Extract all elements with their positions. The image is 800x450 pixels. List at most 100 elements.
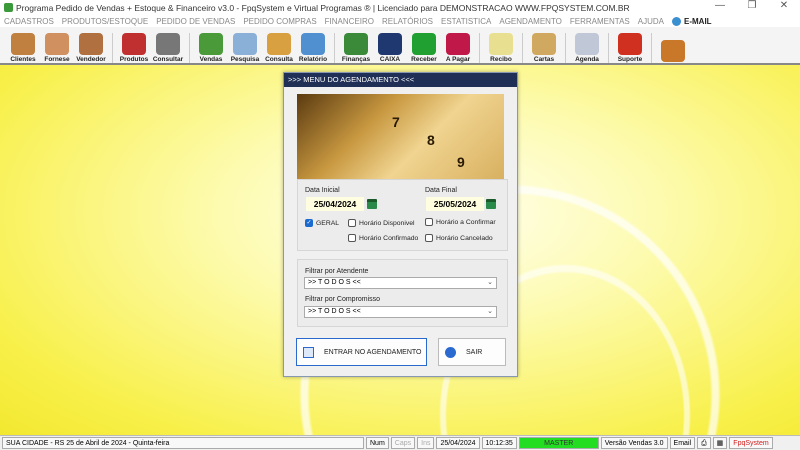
toolbar-label: Vendas [199,56,223,63]
menu-label: E-MAIL [684,16,712,26]
toolbar-button-fornese[interactable]: Fornese [40,29,74,63]
status-brand: FpqSystem [729,437,773,449]
toolbar-button-pesquisa[interactable]: Pesquisa [228,29,262,63]
button-label: SAIR [466,348,483,356]
filters-group: Filtrar por Atendente >> T O D O S << ⌄ F… [297,259,508,327]
toolbar-button-recibo[interactable]: Recibo [484,29,518,63]
filter-atendente-select[interactable]: >> T O D O S << ⌄ [304,277,497,289]
agenda-icon [575,33,599,55]
banner-number: 9 [457,154,465,170]
checkbox-label: Horário Cancelado [436,234,493,242]
menu-item[interactable]: FINANCEIRO [325,17,374,26]
menu-item[interactable]: CADASTROS [4,17,54,26]
toolbar-button-finanas[interactable]: Finanças [339,29,373,63]
filter-compromisso-label: Filtrar por Compromisso [305,296,381,303]
checkbox-geral[interactable]: ✓ GERAL [305,219,339,227]
checkbox-a-confirmar[interactable]: Horário a Confirmar [425,218,496,226]
toolbar-label: Suporte [617,56,643,63]
filter-atendente-label: Filtrar por Atendente [305,268,369,275]
title-bar: Programa Pedido de Vendas + Estoque & Fi… [0,0,800,15]
toolbar-label: A Pagar [445,56,471,63]
produtos-icon [122,33,146,55]
toolbar-button-apagar[interactable]: A Pagar [441,29,475,63]
toolbar-button-receber[interactable]: Receber [407,29,441,63]
toolbar-label: Consulta [265,56,293,63]
toolbar-label: Produtos [119,56,149,63]
enter-agendamento-button[interactable]: ENTRAR NO AGENDAMENTO [296,338,427,366]
status-version: Versão Vendas 3.0 [600,437,668,449]
menu-item[interactable]: AGENDAMENTO [499,17,562,26]
finanas-icon [344,33,368,55]
toolbar-button-vendas[interactable]: Vendas [194,29,228,63]
menu-item[interactable]: RELATÓRIOS [382,17,433,26]
checkbox-label: Horário Disponivel [359,219,415,227]
apagar-icon [446,33,470,55]
checkbox-disponivel[interactable]: Horário Disponivel [348,219,415,227]
toolbar: Clientes Fornese Vendedor Produtos Consultar… [0,27,800,65]
calculator-icon[interactable]: ▦ [712,437,728,449]
status-caps: Caps [390,437,416,449]
exit-button[interactable]: SAIR [438,338,506,366]
toolbar-button-relatrio[interactable]: Relatório [296,29,330,63]
toolbar-button-produtos[interactable]: Produtos [117,29,151,63]
caixa-icon [378,33,402,55]
checkbox-label: Horário a Confirmar [436,218,496,226]
toolbar-label: Relatório [298,56,328,63]
date-start-label: Data Inicial [305,187,340,194]
toolbar-separator [112,33,113,63]
toolbar-button-consulta[interactable]: Consulta [262,29,296,63]
date-end-input[interactable]: 25/05/2024 [426,197,484,211]
toolbar-separator [479,33,480,63]
toolbar-button-suporte[interactable]: Suporte [613,29,647,63]
menu-item[interactable]: PRODUTOS/ESTOQUE [62,17,148,26]
menu-item[interactable]: FERRAMENTAS [570,17,630,26]
calendar-icon [303,346,314,358]
toolbar-separator [651,33,652,63]
filter-compromisso-select[interactable]: >> T O D O S << ⌄ [304,306,497,318]
toolbar-label: Receber [411,56,437,63]
toolbar-button-caixa[interactable]: CAIXA [373,29,407,63]
printer-icon[interactable]: ⎙ [697,437,711,449]
menu-item-email[interactable]: E-MAIL [672,16,712,26]
date-filter-group: Data Inicial 25/04/2024 Data Final 25/05… [297,179,508,251]
banner-number: 8 [427,132,435,148]
cartas-icon [532,33,556,55]
toolbar-label: Agenda [575,56,599,63]
checkbox-confirmado[interactable]: Horário Confirmado [348,234,418,242]
toolbar-button-exit[interactable] [656,29,690,63]
select-value: >> T O D O S << [308,308,361,315]
toolbar-separator [608,33,609,63]
toolbar-button-consultar[interactable]: Consultar [151,29,185,63]
menu-item[interactable]: AJUDA [638,17,664,26]
status-user: MASTER [518,437,599,449]
date-start-input[interactable]: 25/04/2024 [306,197,364,211]
consulta-icon [267,33,291,55]
toolbar-button-cartas[interactable]: Cartas [527,29,561,63]
calendar-banner-image: 7 8 9 [297,94,504,179]
consultar-icon [156,33,180,55]
checkbox-label: GERAL [316,219,340,227]
suporte-icon [618,33,642,55]
close-button[interactable]: ✕ [768,0,800,11]
toolbar-label: Vendedor [76,56,106,63]
window-title: Programa Pedido de Vendas + Estoque & Fi… [16,2,630,13]
calendar-icon[interactable] [486,199,496,209]
banner-number: 7 [392,114,400,130]
toolbar-label: Pesquisa [230,56,260,63]
checkbox-label: Horário Confirmado [359,234,419,242]
menu-item[interactable]: ESTATISTICA [441,17,491,26]
toolbar-button-clientes[interactable]: Clientes [6,29,40,63]
exit-icon [445,346,456,358]
toolbar-button-vendedor[interactable]: Vendedor [74,29,108,63]
toolbar-label: Clientes [10,56,36,63]
menu-item[interactable]: PEDIDO DE VENDAS [156,17,235,26]
toolbar-button-agenda[interactable]: Agenda [570,29,604,63]
maximize-button[interactable]: ❐ [736,0,768,11]
menu-item[interactable]: PEDIDO COMPRAS [243,17,316,26]
date-end-label: Data Final [425,187,457,194]
vendas-icon [199,33,223,55]
checkbox-cancelado[interactable]: Horário Cancelado [425,234,493,242]
minimize-button[interactable]: — [704,0,736,11]
calendar-icon[interactable] [367,199,377,209]
status-email[interactable]: Email [669,437,696,449]
